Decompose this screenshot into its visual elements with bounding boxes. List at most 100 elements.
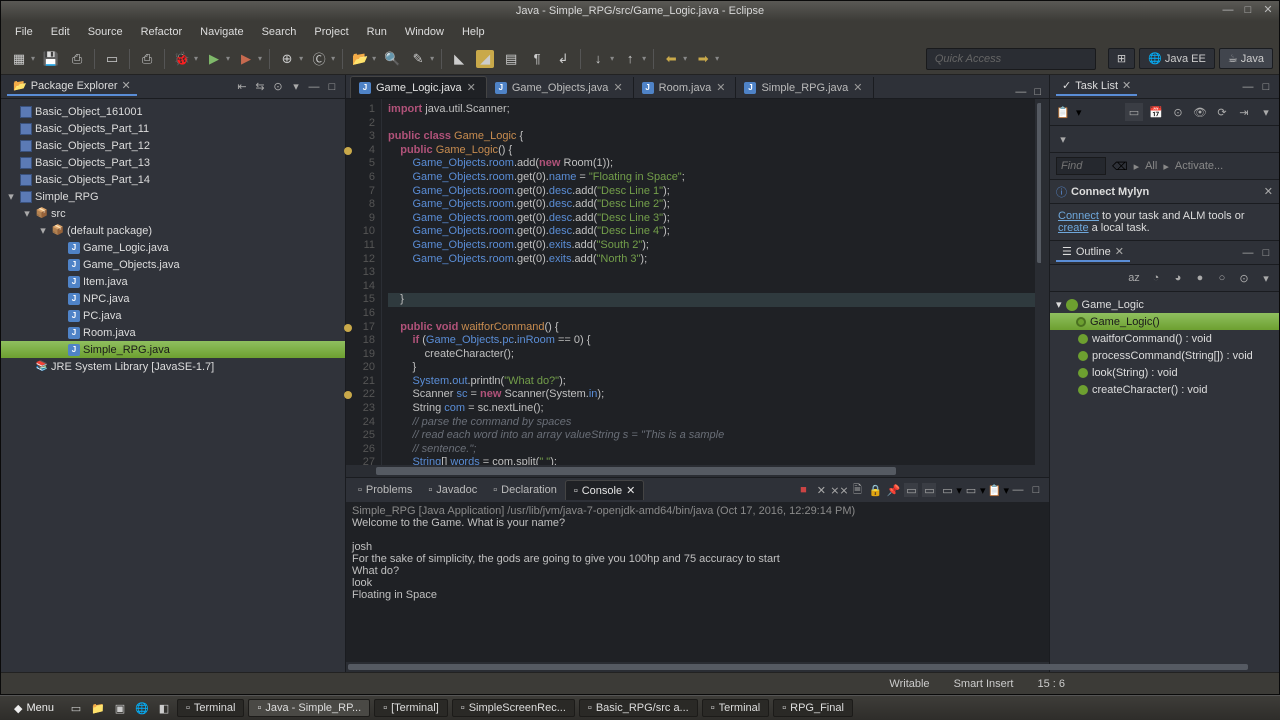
dropdown-icon[interactable]: ▾ [610, 54, 614, 63]
editor-tab[interactable]: Game_Logic.java✕ [350, 76, 487, 98]
code-line[interactable]: } [388, 361, 1035, 375]
link-editor-icon[interactable]: ⇆ [253, 80, 267, 94]
collapse-all-icon[interactable]: ⇤ [235, 80, 249, 94]
dropdown-icon[interactable]: ▾ [1076, 106, 1082, 119]
forward-icon[interactable]: ➡ [694, 50, 712, 68]
console-output[interactable]: Simple_RPG [Java Application] /usr/lib/j… [346, 502, 1049, 662]
tree-node[interactable]: Game_Logic.java [1, 239, 345, 256]
back-icon[interactable]: ⬅ [662, 50, 680, 68]
console-scrollbar[interactable] [346, 662, 1049, 672]
dropdown-icon[interactable]: ▾ [430, 54, 434, 63]
code-line[interactable]: String com = sc.nextLine(); [388, 402, 1035, 416]
code-line[interactable]: Game_Objects.room.get(0).desc.add("Desc … [388, 185, 1035, 199]
tree-node[interactable]: Basic_Objects_Part_13 [1, 154, 345, 171]
word-wrap-icon[interactable]: ↲ [554, 50, 572, 68]
perspective-javaee[interactable]: 🌐 Java EE [1139, 48, 1215, 69]
code-line[interactable] [388, 117, 1035, 131]
browser-icon[interactable]: 🌐 [132, 698, 152, 718]
focus-outline-icon[interactable]: ⊙ [1235, 269, 1253, 287]
collapse-icon[interactable]: ▾ [5, 190, 17, 203]
code-line[interactable] [388, 280, 1035, 294]
outline-node[interactable]: look(String) : void [1050, 364, 1279, 381]
hide-local-icon[interactable]: ○ [1213, 269, 1231, 287]
minimize-view-icon[interactable]: — [307, 80, 321, 94]
scrollbar-thumb[interactable] [348, 664, 1248, 670]
clear-find-icon[interactable]: ⌫ [1112, 160, 1128, 173]
taskbar-item[interactable]: ▫SimpleScreenRec... [452, 699, 575, 717]
taskbar-item[interactable]: ▫Basic_RPG/src a... [579, 699, 698, 717]
collapse-icon[interactable]: ▾ [21, 207, 33, 220]
code-line[interactable]: Game_Objects.room.get(0).desc.add("Desc … [388, 198, 1035, 212]
pin-console-icon[interactable]: 📌 [886, 483, 900, 497]
menu-search[interactable]: Search [254, 23, 305, 41]
tree-node[interactable]: PC.java [1, 307, 345, 324]
menu-file[interactable]: File [7, 23, 41, 41]
new-icon[interactable]: ▦ [10, 50, 28, 68]
terminal-icon[interactable]: ▣ [110, 698, 130, 718]
horizontal-scrollbar[interactable] [346, 465, 1049, 477]
build-icon[interactable]: ▭ [103, 50, 121, 68]
outline-node[interactable]: waitforCommand() : void [1050, 330, 1279, 347]
print-icon[interactable]: ⎙ [138, 50, 156, 68]
code-editor[interactable]: 1234567891011121314151617181920212223242… [346, 99, 1049, 465]
connect-link[interactable]: Connect [1058, 210, 1099, 222]
menu-refactor[interactable]: Refactor [133, 23, 191, 41]
menu-edit[interactable]: Edit [43, 23, 78, 41]
save-icon[interactable]: 💾 [42, 50, 60, 68]
code-line[interactable]: createCharacter(); [388, 348, 1035, 362]
code-area[interactable]: import java.util.Scanner; public class G… [382, 99, 1035, 465]
debug-icon[interactable]: 🐞 [173, 50, 191, 68]
close-icon[interactable]: ✕ [1264, 185, 1273, 198]
all-filter[interactable]: All [1145, 160, 1157, 172]
code-line[interactable]: System.out.println("What do?"); [388, 375, 1035, 389]
code-line[interactable]: Game_Objects.room.add(new Room(1)); [388, 157, 1035, 171]
dropdown-icon[interactable]: ▾ [194, 54, 198, 63]
dropdown-icon[interactable]: ▾ [956, 484, 962, 497]
hide-nonpublic-icon[interactable]: ● [1191, 269, 1209, 287]
quick-access-input[interactable]: Quick Access [926, 48, 1096, 70]
presentation-icon[interactable]: ▾ [1054, 130, 1072, 148]
expand-icon[interactable]: ▾ [1056, 298, 1062, 311]
maximize-editor-icon[interactable]: □ [1030, 86, 1045, 98]
code-line[interactable]: if (Game_Objects.pc.inRoom == 0) { [388, 334, 1035, 348]
menu-run[interactable]: Run [359, 23, 395, 41]
maximize-view-icon[interactable]: □ [1029, 483, 1043, 497]
code-line[interactable]: Game_Objects.room.get(0).exits.add("Sout… [388, 239, 1035, 253]
code-line[interactable]: public class Game_Logic { [388, 130, 1035, 144]
bottom-tab-problems[interactable]: ▫Problems [350, 481, 420, 499]
tree-node[interactable]: Basic_Object_161001 [1, 103, 345, 120]
minimize-view-icon[interactable]: — [1241, 80, 1255, 94]
hide-fields-icon[interactable]: ◔ [1147, 269, 1165, 287]
outline-node[interactable]: processCommand(String[]) : void [1050, 347, 1279, 364]
new-class-icon[interactable]: Ⓒ [310, 50, 328, 68]
bottom-tab-declaration[interactable]: ▫Declaration [485, 481, 565, 499]
outline-node[interactable]: createCharacter() : void [1050, 381, 1279, 398]
maximize-view-icon[interactable]: □ [325, 80, 339, 94]
clear-console-icon[interactable]: 🗎 [850, 483, 864, 497]
taskbar-item[interactable]: ▫RPG_Final [773, 699, 853, 717]
menu-project[interactable]: Project [306, 23, 356, 41]
code-line[interactable]: } [388, 293, 1035, 307]
maximize-button[interactable]: □ [1241, 3, 1255, 17]
activate-link[interactable]: Activate... [1175, 160, 1223, 172]
tree-node[interactable]: Room.java [1, 324, 345, 341]
annotation-icon[interactable]: ✎ [409, 50, 427, 68]
menu-window[interactable]: Window [397, 23, 452, 41]
hide-static-icon[interactable]: ◕ [1169, 269, 1187, 287]
close-icon[interactable]: ✕ [626, 484, 635, 497]
view-menu-icon[interactable]: ▾ [289, 80, 303, 94]
open-perspective-button[interactable]: ⊞ [1108, 48, 1135, 69]
hide-icon[interactable]: 👁 [1191, 103, 1209, 121]
outline-node[interactable]: ▾Game_Logic [1050, 296, 1279, 313]
focus-icon[interactable]: ⊙ [1169, 103, 1187, 121]
outline-menu-icon[interactable]: ▾ [1257, 269, 1275, 287]
editor-tab[interactable]: Game_Objects.java✕ [487, 77, 634, 98]
minimize-view-icon[interactable]: — [1011, 483, 1025, 497]
taskbar-item[interactable]: ▫Terminal [177, 699, 244, 717]
maximize-view-icon[interactable]: □ [1259, 80, 1273, 94]
tree-node[interactable]: Simple_RPG.java [1, 341, 345, 358]
collapse-icon[interactable]: ⇥ [1235, 103, 1253, 121]
taskbar-item[interactable]: ▫Terminal [702, 699, 769, 717]
code-line[interactable]: // parse the command by spaces [388, 416, 1035, 430]
tree-node[interactable]: ▾Simple_RPG [1, 188, 345, 205]
